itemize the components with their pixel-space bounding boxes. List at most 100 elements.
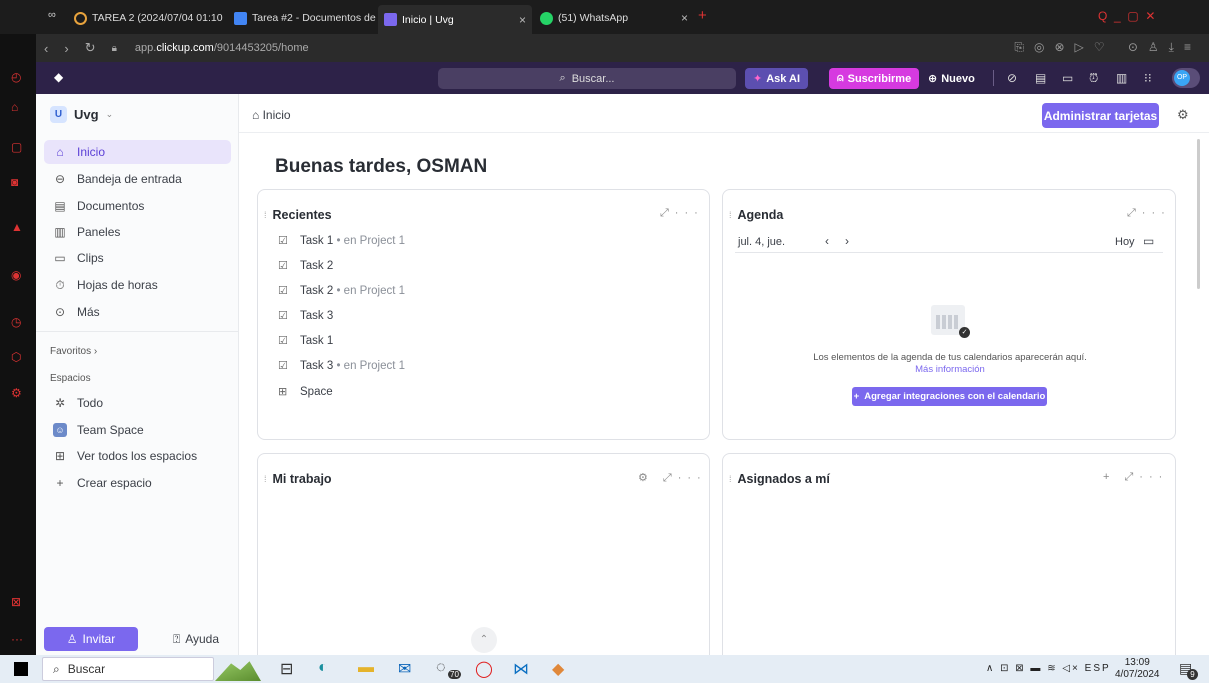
extension-icon[interactable]: ▲: [11, 220, 23, 234]
tab-whatsapp[interactable]: (51) WhatsApp ×: [534, 7, 694, 29]
card-tools[interactable]: ⤢···: [660, 207, 704, 220]
asterisk-icon: ✲: [54, 396, 66, 410]
new-button[interactable]: ⊕ Nuevo: [920, 68, 983, 89]
item-name: Task 1: [300, 234, 334, 247]
view-all-spaces[interactable]: ⊞ Ver todos los espacios: [44, 444, 231, 468]
more-info-link[interactable]: Más información: [723, 364, 1177, 375]
tab-close-icon[interactable]: ×: [519, 13, 526, 27]
opera-icon[interactable]: ◯: [475, 659, 493, 679]
history-icon[interactable]: ◷: [11, 315, 21, 329]
shopping-icon[interactable]: ⌂: [11, 100, 18, 114]
player-icon[interactable]: ◉: [11, 268, 21, 282]
today-button[interactable]: Hoy: [1115, 236, 1135, 248]
space-todo[interactable]: ✲ Todo: [44, 391, 231, 415]
git-icon[interactable]: ◆: [552, 659, 564, 679]
sidebar-item-inicio[interactable]: ⌂ Inicio: [44, 140, 231, 164]
favorites-label[interactable]: Favoritos ›: [50, 346, 97, 357]
list-item[interactable]: ☑ Task 3 • en Project 1: [278, 359, 405, 373]
tab-inicio-uvg[interactable]: Inicio | Uvg ×: [378, 5, 532, 34]
edge-icon[interactable]: ◐: [318, 659, 328, 677]
sidebar-item-label: Documentos: [77, 199, 145, 213]
list-item[interactable]: ⊞ Space: [278, 385, 333, 399]
workspace-name: Uvg: [74, 107, 99, 122]
windows-start-icon[interactable]: [14, 662, 28, 676]
alarm-icon[interactable]: ⏰︎: [1089, 71, 1098, 86]
apps-grid-icon[interactable]: ⁝⁝: [1144, 71, 1152, 85]
main-content: ⌂ Inicio Administrar tarjetas ⚙ Buenas t…: [239, 94, 1209, 663]
gear-icon[interactable]: ⚙: [1177, 107, 1189, 123]
clock[interactable]: 13:09 4/07/2024: [1115, 657, 1160, 681]
vscode-icon[interactable]: ⋈: [513, 659, 529, 679]
next-day-icon[interactable]: ›: [845, 234, 849, 248]
breadcrumb[interactable]: ⌂ Inicio: [252, 108, 291, 122]
avatar[interactable]: OP: [1172, 68, 1200, 88]
drag-handle-icon[interactable]: ⁞: [729, 210, 732, 220]
document-icon[interactable]: ▥: [1116, 71, 1127, 85]
sidebar-settings-icon[interactable]: ⊠: [11, 595, 21, 609]
card-tools[interactable]: ⚙ ⤢···: [638, 471, 707, 485]
workspace-switcher[interactable]: U Uvg ⌄: [50, 106, 113, 123]
collapse-chevron-icon[interactable]: ⌃: [471, 627, 497, 653]
workspace-icon[interactable]: ∞: [48, 9, 56, 21]
add-calendar-integration-button[interactable]: + Agregar integraciones con el calendari…: [852, 387, 1047, 406]
list-item[interactable]: ☑ Task 1 • en Project 1: [278, 234, 405, 248]
create-space[interactable]: + Crear espacio: [44, 471, 231, 495]
video-clip-icon[interactable]: ▭: [1062, 71, 1073, 85]
notepad-icon[interactable]: ▤: [1035, 71, 1046, 85]
list-item[interactable]: ☑ Task 2 • en Project 1: [278, 284, 405, 298]
invite-button[interactable]: ♙ Invitar: [44, 627, 138, 651]
task-view-icon[interactable]: ⊟: [280, 659, 293, 679]
card-tools[interactable]: ⤢···: [1127, 207, 1171, 220]
drag-handle-icon[interactable]: ⁞: [264, 474, 267, 484]
list-item[interactable]: ☑ Task 3: [278, 309, 333, 323]
card-tools[interactable]: + ⤢···: [1103, 471, 1168, 484]
drag-handle-icon[interactable]: ⁞: [264, 210, 267, 220]
forward-icon[interactable]: ›: [64, 41, 68, 56]
manage-cards-button[interactable]: Administrar tarjetas: [1042, 103, 1159, 128]
reload-icon[interactable]: ↻: [85, 40, 96, 56]
speed-dial-icon[interactable]: ◴: [11, 70, 21, 84]
instagram-icon[interactable]: ◙: [11, 175, 18, 189]
list-item[interactable]: ☑ Task 2: [278, 259, 333, 273]
search-bar[interactable]: ⌕ Buscar...: [438, 68, 736, 89]
clickup-logo-icon[interactable]: ◆: [54, 70, 63, 84]
settings-icon[interactable]: ⚙: [11, 386, 22, 400]
sidebar-item-mas[interactable]: ⊙ Más: [44, 300, 231, 324]
sidebar-item-hojas-de-horas[interactable]: ⏱︎ Hojas de horas: [44, 273, 231, 297]
subscribe-button[interactable]: ⍝ Suscribirme: [829, 68, 920, 89]
calendar-icon[interactable]: ▭: [1143, 234, 1154, 248]
browser-tools-icons[interactable]: ⎘◎⊗▷♡ ⊙♙⤓≡: [1014, 40, 1201, 55]
new-tab-button[interactable]: +: [698, 7, 707, 24]
taskbar-search-label: Buscar: [67, 662, 106, 676]
url-field[interactable]: app.clickup.com/9014453205/home: [135, 42, 309, 54]
plus-icon: +: [853, 391, 860, 402]
tab-close-icon[interactable]: ×: [681, 11, 688, 25]
tab-documentos[interactable]: Tarea #2 - Documentos de ×: [228, 7, 376, 29]
sidebar-item-clips[interactable]: ▭ Clips: [44, 246, 231, 270]
tab-tarea-2[interactable]: TAREA 2 (2024/07/04 01:10 ×: [68, 7, 228, 29]
sidebar-item-paneles[interactable]: ▥ Paneles: [44, 220, 231, 244]
help-button[interactable]: ⍰ Ayuda: [156, 627, 236, 651]
drag-handle-icon[interactable]: ⁞: [729, 474, 732, 484]
new-label: Nuevo: [941, 72, 975, 85]
sidebar-item-bandeja[interactable]: ⊖ Bandeja de entrada: [44, 167, 231, 191]
whatsapp-icon[interactable]: ◌: [436, 659, 446, 677]
check-circle-icon[interactable]: ⊘: [1007, 71, 1017, 85]
more-dots-icon[interactable]: ···: [11, 632, 23, 646]
space-team-space[interactable]: ☺ Team Space: [44, 418, 231, 442]
cube-icon[interactable]: ⬡: [11, 350, 21, 364]
sidebar-item-documentos[interactable]: ▤ Documentos: [44, 194, 231, 218]
window-controls[interactable]: Q _ ▢ ✕: [1098, 9, 1155, 23]
scrollbar[interactable]: [1197, 139, 1200, 289]
list-item[interactable]: ☑ Task 1: [278, 334, 333, 348]
ask-ai-button[interactable]: ✦ Ask AI: [745, 68, 809, 89]
mail-icon[interactable]: ✉: [398, 659, 411, 679]
taskbar-search[interactable]: ⌕ Buscar: [42, 657, 214, 681]
messenger-icon[interactable]: ▢: [11, 140, 22, 154]
url-path: /9014453205/home: [213, 42, 309, 54]
calendar-empty-icon: ✓: [931, 305, 970, 338]
back-icon[interactable]: ‹: [44, 41, 48, 56]
system-tray[interactable]: ∧ ⊡ ⊠ ▬ ≋ ◁× ESP: [986, 663, 1111, 674]
file-explorer-icon[interactable]: ▬: [358, 659, 374, 677]
prev-day-icon[interactable]: ‹: [825, 234, 829, 248]
